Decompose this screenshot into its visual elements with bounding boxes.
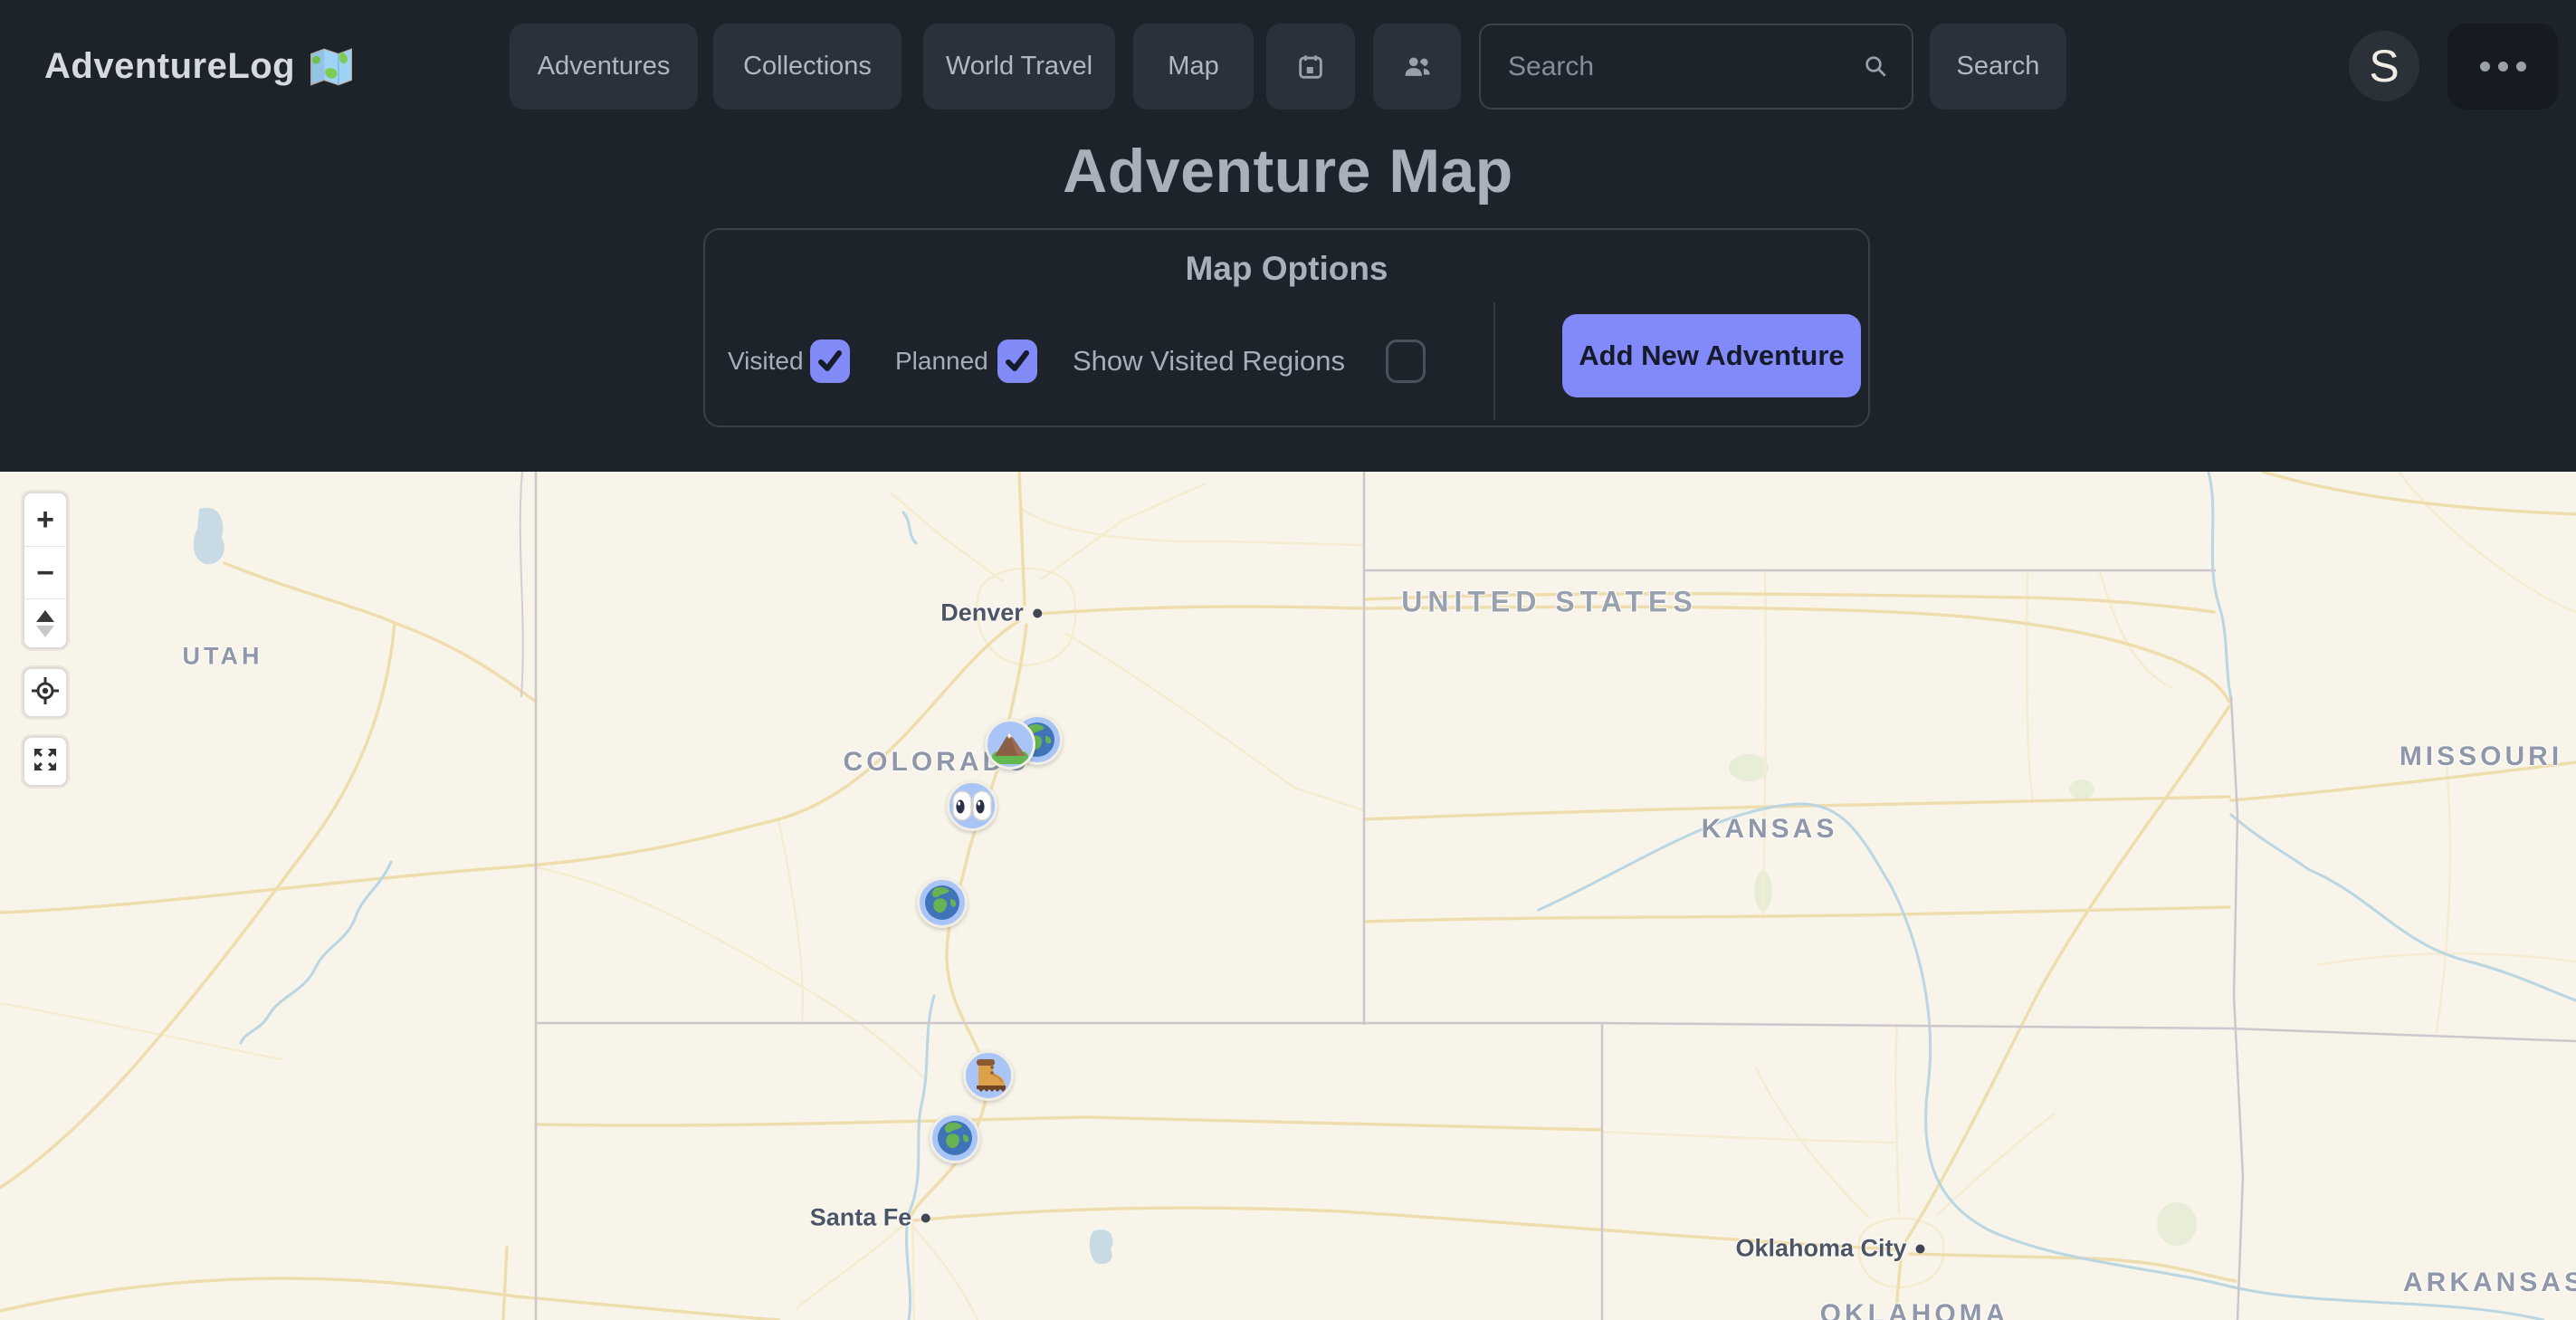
- options-divider: [1493, 302, 1495, 420]
- search-field-wrap: [1479, 24, 1913, 110]
- state-label-arkansas: ARKANSAS: [2403, 1267, 2576, 1298]
- add-new-adventure-button[interactable]: Add New Adventure: [1562, 314, 1861, 397]
- map-canvas[interactable]: UNITED STATESUTAHCOLORADOKANSASMISSOURIO…: [0, 472, 2576, 1320]
- avatar[interactable]: S: [2349, 31, 2419, 101]
- nav-map-button[interactable]: Map: [1133, 24, 1254, 110]
- page-title: Adventure Map: [0, 136, 2576, 206]
- users-icon: [1401, 52, 1434, 82]
- city-label-santa-fe: Santa Fe: [810, 1204, 930, 1232]
- eyes-emoji-icon: [951, 788, 993, 824]
- zoom-out-icon: −: [36, 558, 54, 588]
- brand-logo[interactable]: AdventureLog: [44, 0, 353, 133]
- adventure-marker-globe[interactable]: [917, 877, 968, 928]
- planned-checkbox[interactable]: [997, 340, 1037, 383]
- visited-checkbox[interactable]: [810, 340, 850, 383]
- pitch-toggle-icon: [33, 608, 57, 642]
- map-options-card: Map Options Visited Planned Show Visited…: [703, 228, 1870, 427]
- search-button[interactable]: Search: [1930, 24, 2066, 110]
- mountain-emoji-icon: [987, 722, 1033, 767]
- map-options-title: Map Options: [705, 250, 1868, 288]
- city-label-denver: Denver: [940, 599, 1042, 627]
- adventure-marker-boot[interactable]: [963, 1050, 1014, 1101]
- world-map-emoji-icon: [310, 48, 353, 86]
- city-dot: [1033, 608, 1042, 617]
- fullscreen-icon: [32, 746, 59, 778]
- visited-checkbox-label: Visited: [728, 340, 804, 383]
- map-zoom-controls: + −: [23, 492, 68, 649]
- adventure-marker-mountain[interactable]: [985, 719, 1035, 770]
- planned-checkbox-label: Planned: [895, 340, 988, 383]
- calendar-icon: [1295, 52, 1326, 82]
- state-label-kansas: KANSAS: [1702, 814, 1838, 845]
- boot-emoji-icon: [968, 1055, 1009, 1096]
- show-visited-regions-label: Show Visited Regions: [1073, 340, 1345, 383]
- state-label-oklahoma: OKLAHOMA: [1820, 1299, 2009, 1320]
- zoom-in-button[interactable]: +: [24, 493, 66, 546]
- zoom-out-button[interactable]: −: [24, 546, 66, 598]
- more-menu-button[interactable]: [2447, 24, 2558, 110]
- calendar-button[interactable]: [1266, 24, 1355, 110]
- state-label-utah: UTAH: [183, 643, 263, 671]
- ellipsis-icon: [2480, 62, 2526, 72]
- nav-collections-button[interactable]: Collections: [713, 24, 902, 110]
- city-dot: [1916, 1244, 1925, 1253]
- globe-emoji-icon: [935, 1118, 975, 1158]
- brand-text: AdventureLog: [44, 46, 295, 87]
- navbar: AdventureLog Adventures Collections Worl…: [0, 0, 2576, 133]
- locate-icon: [31, 676, 60, 710]
- zoom-in-icon: +: [36, 504, 54, 535]
- state-label-missouri: MISSOURI: [2399, 741, 2562, 772]
- locate-button[interactable]: [23, 667, 68, 718]
- nav-world-travel-button[interactable]: World Travel: [923, 24, 1115, 110]
- nav-adventures-button[interactable]: Adventures: [510, 24, 698, 110]
- adventure-marker-globe[interactable]: [930, 1113, 980, 1163]
- pitch-toggle-button[interactable]: [24, 598, 66, 651]
- city-label-oklahoma-city: Oklahoma City: [1735, 1235, 1924, 1263]
- country-label: UNITED STATES: [1401, 586, 1697, 619]
- fullscreen-button[interactable]: [23, 736, 68, 787]
- avatar-initial: S: [2369, 40, 2399, 92]
- globe-emoji-icon: [922, 883, 962, 923]
- adventurelog-app: AdventureLog Adventures Collections Worl…: [0, 0, 2576, 1320]
- search-input[interactable]: [1479, 24, 1913, 110]
- city-dot: [921, 1213, 930, 1222]
- users-button[interactable]: [1373, 24, 1461, 110]
- adventure-marker-eyes[interactable]: [947, 780, 997, 831]
- map-basemap: [0, 472, 2576, 1320]
- show-visited-regions-checkbox[interactable]: [1386, 340, 1426, 383]
